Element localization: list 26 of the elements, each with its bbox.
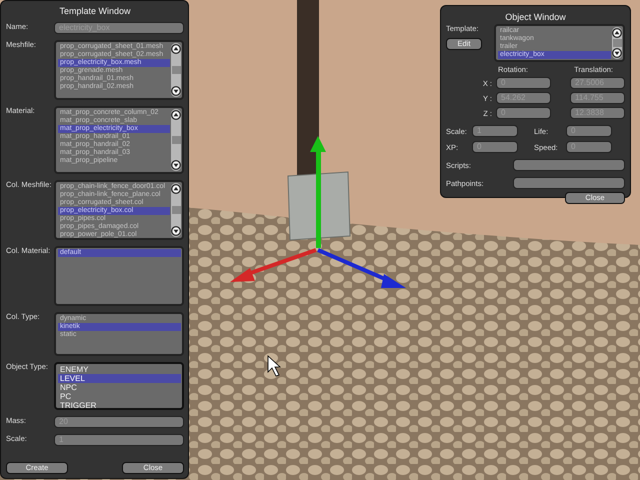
list-item[interactable]: NPC [58,383,181,392]
list-item[interactable]: TRIGGER [58,401,181,408]
scroll-down-icon[interactable] [612,48,622,58]
mouse-cursor-icon [268,355,282,376]
scroll-thumb[interactable] [612,39,622,47]
scrollbar[interactable] [171,183,181,237]
scroll-up-icon[interactable] [171,44,181,54]
scroll-thumb[interactable] [172,206,180,214]
scroll-up-icon[interactable] [171,110,181,120]
scroll-down-icon[interactable] [171,226,181,236]
scrollbar[interactable] [171,109,181,171]
list-item[interactable]: PC [58,392,181,401]
list-item[interactable]: ENEMY [58,365,181,374]
scroll-thumb[interactable] [172,136,180,144]
scroll-thumb[interactable] [172,66,180,74]
window-title: Object Window [504,12,567,22]
scroll-up-icon[interactable] [171,184,181,194]
scrollbar[interactable] [171,43,181,97]
scrollbar[interactable] [612,27,622,59]
window-title: Template Window [58,6,132,16]
scroll-down-icon[interactable] [171,160,181,170]
scroll-down-icon[interactable] [171,86,181,96]
scroll-up-icon[interactable] [612,28,622,38]
list-item[interactable]: LEVEL [58,374,181,383]
input-field[interactable] [513,177,625,189]
input-field[interactable] [513,159,625,171]
